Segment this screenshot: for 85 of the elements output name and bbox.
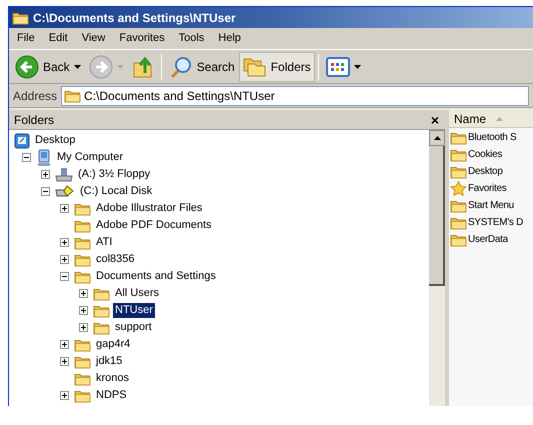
scrollbar[interactable] — [429, 130, 445, 406]
expand-icon[interactable] — [79, 323, 88, 332]
collapse-icon[interactable] — [22, 153, 31, 162]
folder-icon — [93, 286, 110, 300]
tree-item[interactable]: All Users — [113, 286, 162, 301]
scroll-up-icon[interactable] — [434, 136, 440, 140]
folder-icon — [74, 270, 91, 284]
folder-icon — [93, 304, 110, 318]
close-button[interactable]: × — [430, 112, 439, 126]
folder-icon — [450, 148, 467, 162]
folder-name[interactable]: Cookies — [468, 147, 502, 162]
tree-item[interactable]: Documents and Settings — [94, 269, 218, 284]
folder-icon — [450, 130, 467, 144]
expand-icon[interactable] — [79, 289, 88, 298]
menu-item[interactable]: Edit — [42, 30, 74, 47]
collapse-icon[interactable] — [60, 272, 69, 281]
tree-item[interactable]: Desktop — [33, 133, 78, 148]
expand-icon[interactable] — [60, 255, 69, 264]
tree-item[interactable]: Adobe Illustrator Files — [94, 201, 204, 216]
tree-item[interactable]: jdk15 — [94, 354, 124, 369]
back-button[interactable]: Back — [11, 52, 85, 82]
column-header[interactable]: Name — [449, 110, 533, 128]
views-icon — [326, 56, 350, 76]
folder-icon — [74, 338, 91, 352]
folder-icon — [450, 232, 467, 246]
search-button[interactable]: Search — [164, 52, 239, 82]
folder-up-icon — [132, 54, 154, 78]
folder-icon — [74, 372, 91, 386]
expand-icon[interactable] — [60, 204, 69, 213]
menu-item[interactable]: File — [11, 30, 41, 47]
folder-name[interactable]: Desktop — [468, 164, 503, 179]
caret-icon[interactable] — [354, 64, 361, 68]
menu-item[interactable]: Tools — [172, 30, 210, 47]
folder-icon — [450, 216, 467, 230]
floppy-drive-icon — [55, 166, 73, 182]
address-field[interactable]: C:\Documents and Settings\NTUser — [61, 86, 529, 106]
computer-icon — [36, 148, 52, 166]
tree-item[interactable]: ATI — [94, 235, 114, 250]
tree-item[interactable]: NDPS — [94, 388, 129, 403]
folder-icon — [74, 388, 91, 402]
tree-item[interactable]: (C:) Local Disk — [78, 184, 154, 199]
tree-item[interactable]: support — [113, 320, 154, 335]
tree-item[interactable]: Adobe PDF Documents — [94, 218, 214, 233]
disk-drive-icon — [55, 184, 75, 198]
folder-name[interactable]: Favorites — [468, 181, 506, 196]
sort-ascending-icon — [496, 116, 504, 120]
expand-icon[interactable] — [60, 340, 69, 349]
expand-icon[interactable] — [60, 391, 69, 400]
collapse-icon[interactable] — [41, 187, 50, 196]
search-icon — [168, 54, 193, 78]
expand-icon[interactable] — [41, 170, 50, 179]
folder-icon — [74, 252, 91, 266]
folder-icon — [12, 10, 29, 24]
caret-icon[interactable] — [74, 64, 81, 68]
tree-item[interactable]: col8356 — [94, 252, 137, 267]
folder-icon — [93, 320, 110, 334]
expand-icon[interactable] — [60, 357, 69, 366]
expand-icon[interactable] — [79, 306, 88, 315]
folder-icon — [74, 236, 91, 250]
address-label: Address — [13, 88, 58, 104]
tree-item[interactable]: kronos — [94, 371, 132, 386]
menu-item[interactable]: Favorites — [113, 30, 171, 47]
tree-item[interactable]: My Computer — [55, 150, 126, 165]
folder-icon — [450, 164, 467, 178]
folder-name[interactable]: SYSTEM's D — [468, 215, 524, 230]
desktop-icon — [14, 132, 30, 148]
folders-button[interactable]: Folders — [238, 52, 315, 82]
folder-icon — [64, 88, 82, 102]
window-title: C:\Documents and Settings\NTUser — [33, 10, 236, 26]
folder-icon — [450, 198, 467, 212]
pane-title: Folders — [14, 112, 54, 128]
folder-icon — [74, 202, 91, 216]
tree-item[interactable]: gap4r4 — [94, 337, 132, 352]
folder-name[interactable]: Start Menu — [468, 198, 514, 213]
folder-name[interactable]: UserData — [468, 232, 508, 247]
expand-icon[interactable] — [60, 238, 69, 247]
menu-item[interactable]: View — [76, 30, 112, 47]
folder-name[interactable]: Bluetooth S — [468, 130, 516, 145]
tree-item[interactable]: (A:) 3½ Floppy — [76, 167, 152, 182]
folder-icon — [74, 218, 91, 232]
tree-item[interactable]: NTUser — [113, 303, 155, 318]
star-icon — [450, 181, 467, 196]
folder-icon — [74, 354, 91, 368]
menu-item[interactable]: Help — [212, 30, 247, 47]
folders-icon — [242, 56, 267, 78]
